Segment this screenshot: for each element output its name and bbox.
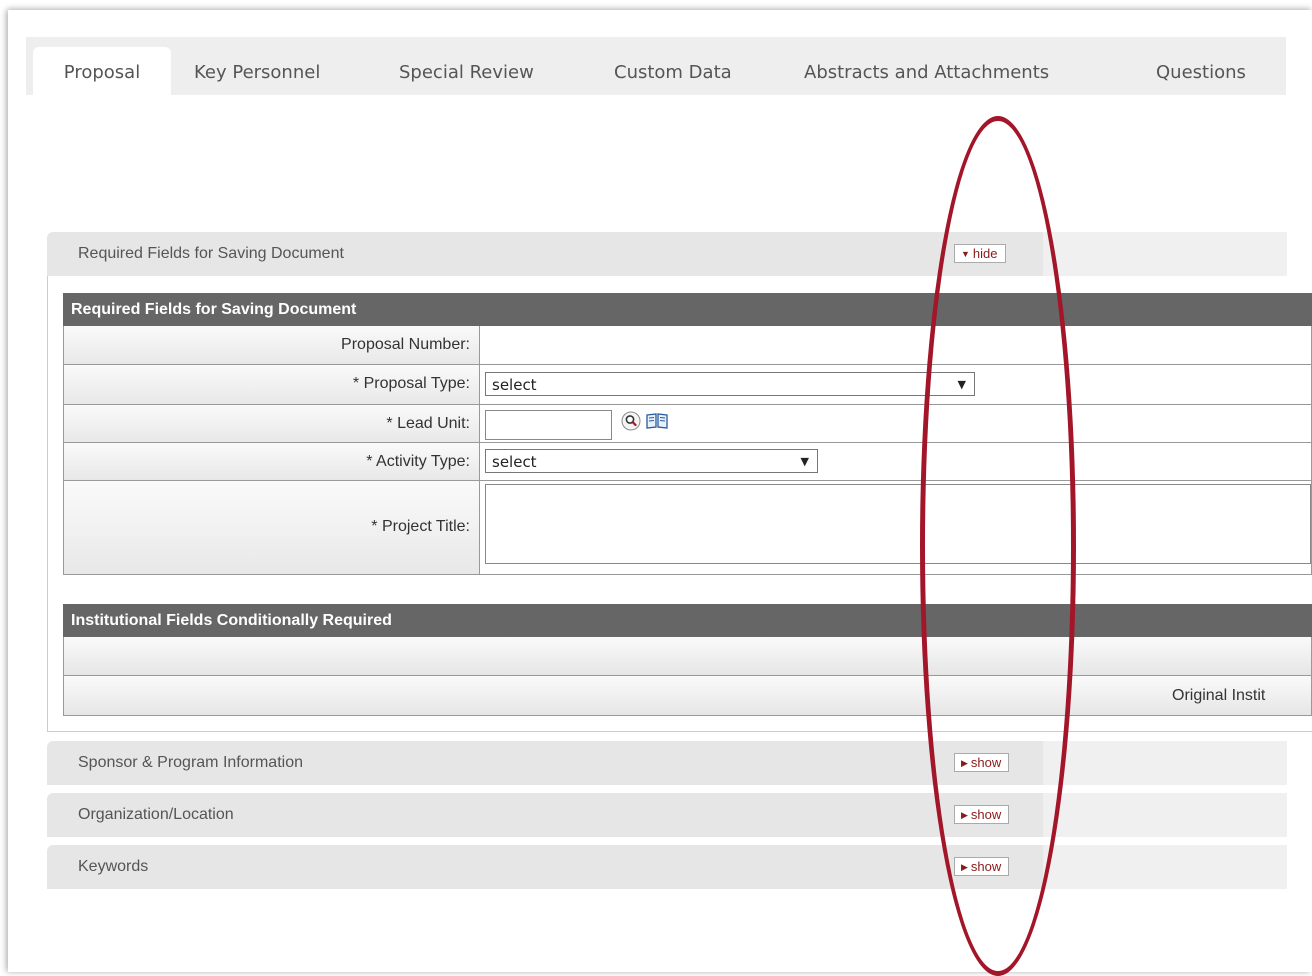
label-activity-type: * Activity Type: bbox=[64, 443, 480, 480]
label-proposal-number: Proposal Number: bbox=[64, 326, 480, 364]
arrow-down-icon: ▼ bbox=[961, 249, 970, 259]
hide-button[interactable]: ▼ hide bbox=[954, 244, 1006, 263]
row-lead-unit: * Lead Unit: bbox=[63, 405, 1312, 443]
section-title: Required Fields for Saving Document bbox=[78, 245, 344, 262]
row-project-title: * Project Title: bbox=[63, 481, 1312, 575]
show-button[interactable]: ▶ show bbox=[954, 753, 1010, 772]
value-proposal-number bbox=[481, 326, 1311, 364]
section-title: Sponsor & Program Information bbox=[78, 754, 303, 771]
row-proposal-type: * Proposal Type: select ▼ bbox=[63, 365, 1312, 405]
label-lead-unit: * Lead Unit: bbox=[64, 405, 480, 442]
tab-abstracts-attachments[interactable]: Abstracts and Attachments bbox=[804, 47, 1049, 95]
tab-special-review[interactable]: Special Review bbox=[399, 47, 534, 95]
dropdown-arrow-icon: ▼ bbox=[957, 378, 966, 391]
proposal-type-select[interactable]: select ▼ bbox=[485, 372, 975, 396]
tab-proposal[interactable]: Proposal bbox=[33, 47, 171, 95]
table-header-institutional: Institutional Fields Conditionally Requi… bbox=[63, 604, 1312, 637]
tab-questions[interactable]: Questions bbox=[1156, 47, 1246, 95]
activity-type-select[interactable]: select ▼ bbox=[485, 449, 818, 473]
show-button[interactable]: ▶ show bbox=[954, 805, 1010, 824]
table-header-required: Required Fields for Saving Document bbox=[63, 293, 1312, 326]
arrow-right-icon: ▶ bbox=[961, 810, 968, 820]
section-header-sponsor-program: Sponsor & Program Information ▶ show bbox=[47, 741, 1287, 785]
arrow-right-icon: ▶ bbox=[961, 758, 968, 768]
dropdown-arrow-icon: ▼ bbox=[800, 455, 809, 468]
section-header-required-fields: Required Fields for Saving Document ▼ hid… bbox=[47, 232, 1287, 276]
tab-key-personnel[interactable]: Key Personnel bbox=[194, 47, 320, 95]
section-header-keywords: Keywords ▶ show bbox=[47, 845, 1287, 889]
magnifier-icon[interactable] bbox=[621, 411, 641, 431]
tab-custom-data[interactable]: Custom Data bbox=[614, 47, 732, 95]
project-title-textarea[interactable] bbox=[485, 484, 1311, 564]
arrow-right-icon: ▶ bbox=[961, 862, 968, 872]
institutional-row bbox=[63, 637, 1312, 676]
section-title: Keywords bbox=[78, 858, 149, 875]
institutional-row-original: Original Instit bbox=[63, 676, 1312, 716]
book-icon[interactable] bbox=[645, 412, 669, 430]
show-button[interactable]: ▶ show bbox=[954, 857, 1010, 876]
lead-unit-input[interactable] bbox=[485, 410, 612, 440]
label-proposal-type: * Proposal Type: bbox=[64, 365, 480, 404]
tab-bar: Proposal Key Personnel Special Review Cu… bbox=[26, 37, 1286, 95]
original-institution-label: Original Instit bbox=[1172, 687, 1266, 704]
section-title: Organization/Location bbox=[78, 806, 234, 823]
row-activity-type: * Activity Type: select ▼ bbox=[63, 443, 1312, 481]
section-header-organization-location: Organization/Location ▶ show bbox=[47, 793, 1287, 837]
label-project-title: * Project Title: bbox=[64, 481, 480, 574]
row-proposal-number: Proposal Number: bbox=[63, 326, 1312, 365]
